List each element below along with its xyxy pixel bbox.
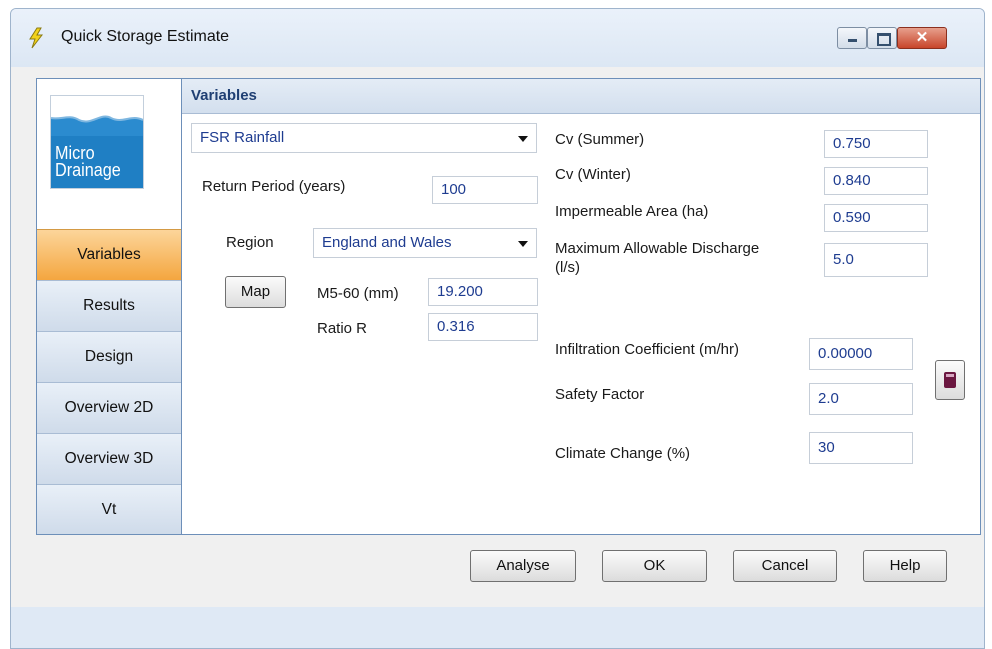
micro-drainage-logo: Micro Drainage (50, 95, 144, 189)
calculator-button[interactable] (935, 360, 965, 400)
help-button[interactable]: Help (863, 550, 947, 582)
rainfall-method-value: FSR Rainfall (200, 129, 285, 146)
calculator-icon (944, 372, 956, 388)
logo-text-line2: Drainage (55, 160, 121, 180)
nav-item-results[interactable]: Results (37, 280, 181, 331)
cv-winter-field[interactable]: 0.840 (824, 167, 928, 195)
max-discharge-label-line1: Maximum Allowable Discharge (555, 240, 760, 257)
dialog-body: Micro Drainage Variables Results Design … (11, 67, 984, 607)
region-value: England and Wales (322, 234, 452, 251)
impermeable-area-label: Impermeable Area (ha) (555, 203, 709, 220)
region-label: Region (226, 234, 274, 251)
close-button[interactable]: ✕ (897, 27, 947, 49)
analyse-button[interactable]: Analyse (470, 550, 576, 582)
nav-item-vt[interactable]: Vt (37, 484, 181, 534)
infiltration-coefficient-label: Infiltration Coefficient (m/hr) (555, 341, 739, 358)
return-period-field[interactable]: 100 (432, 176, 538, 204)
climate-change-field[interactable]: 30 (809, 432, 913, 464)
nav-item-variables[interactable]: Variables (37, 229, 181, 280)
status-bar (11, 607, 984, 648)
return-period-label: Return Period (years) (202, 178, 346, 195)
max-discharge-field[interactable]: 5.0 (824, 243, 928, 277)
safety-factor-label: Safety Factor (555, 386, 645, 403)
variables-content: Variables FSR Rainfall Return Period (ye… (182, 79, 980, 534)
dialog-window: Quick Storage Estimate ✕ Micro Drainage … (10, 8, 985, 649)
maximize-button[interactable] (867, 27, 897, 49)
cv-summer-field[interactable]: 0.750 (824, 130, 928, 158)
chevron-down-icon (518, 136, 528, 142)
ratio-r-field[interactable]: 0.316 (428, 313, 538, 341)
region-select[interactable]: England and Wales (313, 228, 537, 258)
title-bar[interactable]: Quick Storage Estimate ✕ (11, 9, 984, 67)
max-discharge-label-line2: (l/s) (555, 259, 580, 276)
section-title: Variables (191, 87, 257, 104)
minimize-icon (848, 39, 857, 42)
cv-winter-label: Cv (Winter) (555, 166, 631, 183)
maximize-icon (877, 33, 891, 46)
calculator-screen (946, 374, 954, 377)
m5-60-field[interactable]: 19.200 (428, 278, 538, 306)
ok-button[interactable]: OK (602, 550, 707, 582)
impermeable-area-field[interactable]: 0.590 (824, 204, 928, 232)
m5-60-label: M5-60 (mm) (317, 285, 399, 302)
chevron-down-icon (518, 241, 528, 247)
nav-item-overview-2d[interactable]: Overview 2D (37, 382, 181, 433)
pencil-lightning-icon (29, 27, 44, 49)
safety-factor-field[interactable]: 2.0 (809, 383, 913, 415)
climate-change-label: Climate Change (%) (555, 445, 691, 462)
nav-item-design[interactable]: Design (37, 331, 181, 382)
rainfall-method-select[interactable]: FSR Rainfall (191, 123, 537, 153)
minimize-button[interactable] (837, 27, 867, 49)
map-button[interactable]: Map (225, 276, 286, 308)
cancel-button[interactable]: Cancel (733, 550, 837, 582)
nav-item-overview-3d[interactable]: Overview 3D (37, 433, 181, 484)
close-icon: ✕ (915, 29, 929, 46)
left-navigation: Micro Drainage Variables Results Design … (37, 79, 182, 534)
window-title: Quick Storage Estimate (61, 28, 230, 45)
infiltration-coefficient-field[interactable]: 0.00000 (809, 338, 913, 370)
section-header: Variables (182, 79, 980, 114)
main-panel: Micro Drainage Variables Results Design … (36, 78, 981, 535)
ratio-r-label: Ratio R (317, 320, 368, 337)
cv-summer-label: Cv (Summer) (555, 131, 645, 148)
